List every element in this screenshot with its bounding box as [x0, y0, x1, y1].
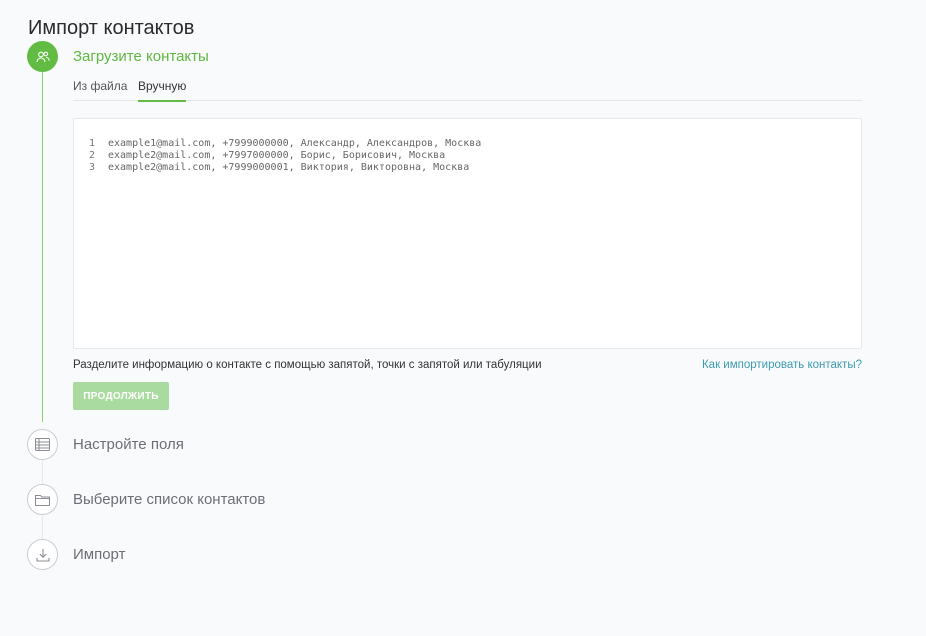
step-connector	[42, 516, 43, 540]
contacts-text-editor[interactable]: 1 example1@mail.com, +7999000000, Алекса…	[73, 118, 862, 349]
tab-manual[interactable]: Вручную	[138, 79, 187, 102]
download-icon	[35, 548, 50, 562]
folder-icon	[35, 494, 50, 506]
line-text: example2@mail.com, +7999000001, Виктория…	[108, 162, 470, 173]
line-number: 2	[88, 150, 95, 161]
how-to-import-link[interactable]: Как импортировать контакты?	[702, 359, 862, 371]
line-number: 1	[88, 138, 95, 149]
step-2-indicator	[27, 429, 58, 460]
separator-hint: Разделите информацию о контакте с помощь…	[73, 359, 542, 371]
users-icon	[35, 51, 50, 62]
upload-method-tabs: Из файла Вручную	[73, 79, 862, 102]
page-title: Импорт контактов	[28, 17, 195, 39]
editor-line: 3 example2@mail.com, +7999000001, Виктор…	[74, 162, 861, 174]
tab-from-file[interactable]: Из файла	[73, 79, 127, 101]
step-2-label: Настройте поля	[73, 436, 184, 453]
step-3-indicator	[27, 484, 58, 515]
step-1-label: Загрузите контакты	[73, 48, 209, 65]
step-4-indicator	[27, 539, 58, 570]
import-contacts-page: Импорт контактов Загрузите контакты Из ф…	[0, 0, 926, 636]
step-3-label: Выберите список контактов	[73, 491, 266, 508]
step-connector-active	[42, 72, 43, 422]
continue-button[interactable]: ПРОДОЛЖИТЬ	[73, 382, 169, 410]
editor-line: 2 example2@mail.com, +7997000000, Борис,…	[74, 150, 861, 162]
table-icon	[35, 438, 50, 451]
step-4-label: Импорт	[73, 546, 126, 563]
line-number: 3	[88, 162, 95, 173]
step-1-indicator	[27, 41, 58, 72]
line-text: example1@mail.com, +7999000000, Александ…	[108, 138, 482, 149]
editor-line: 1 example1@mail.com, +7999000000, Алекса…	[74, 138, 861, 150]
line-text: example2@mail.com, +7997000000, Борис, Б…	[108, 150, 446, 161]
step-connector	[42, 460, 43, 485]
